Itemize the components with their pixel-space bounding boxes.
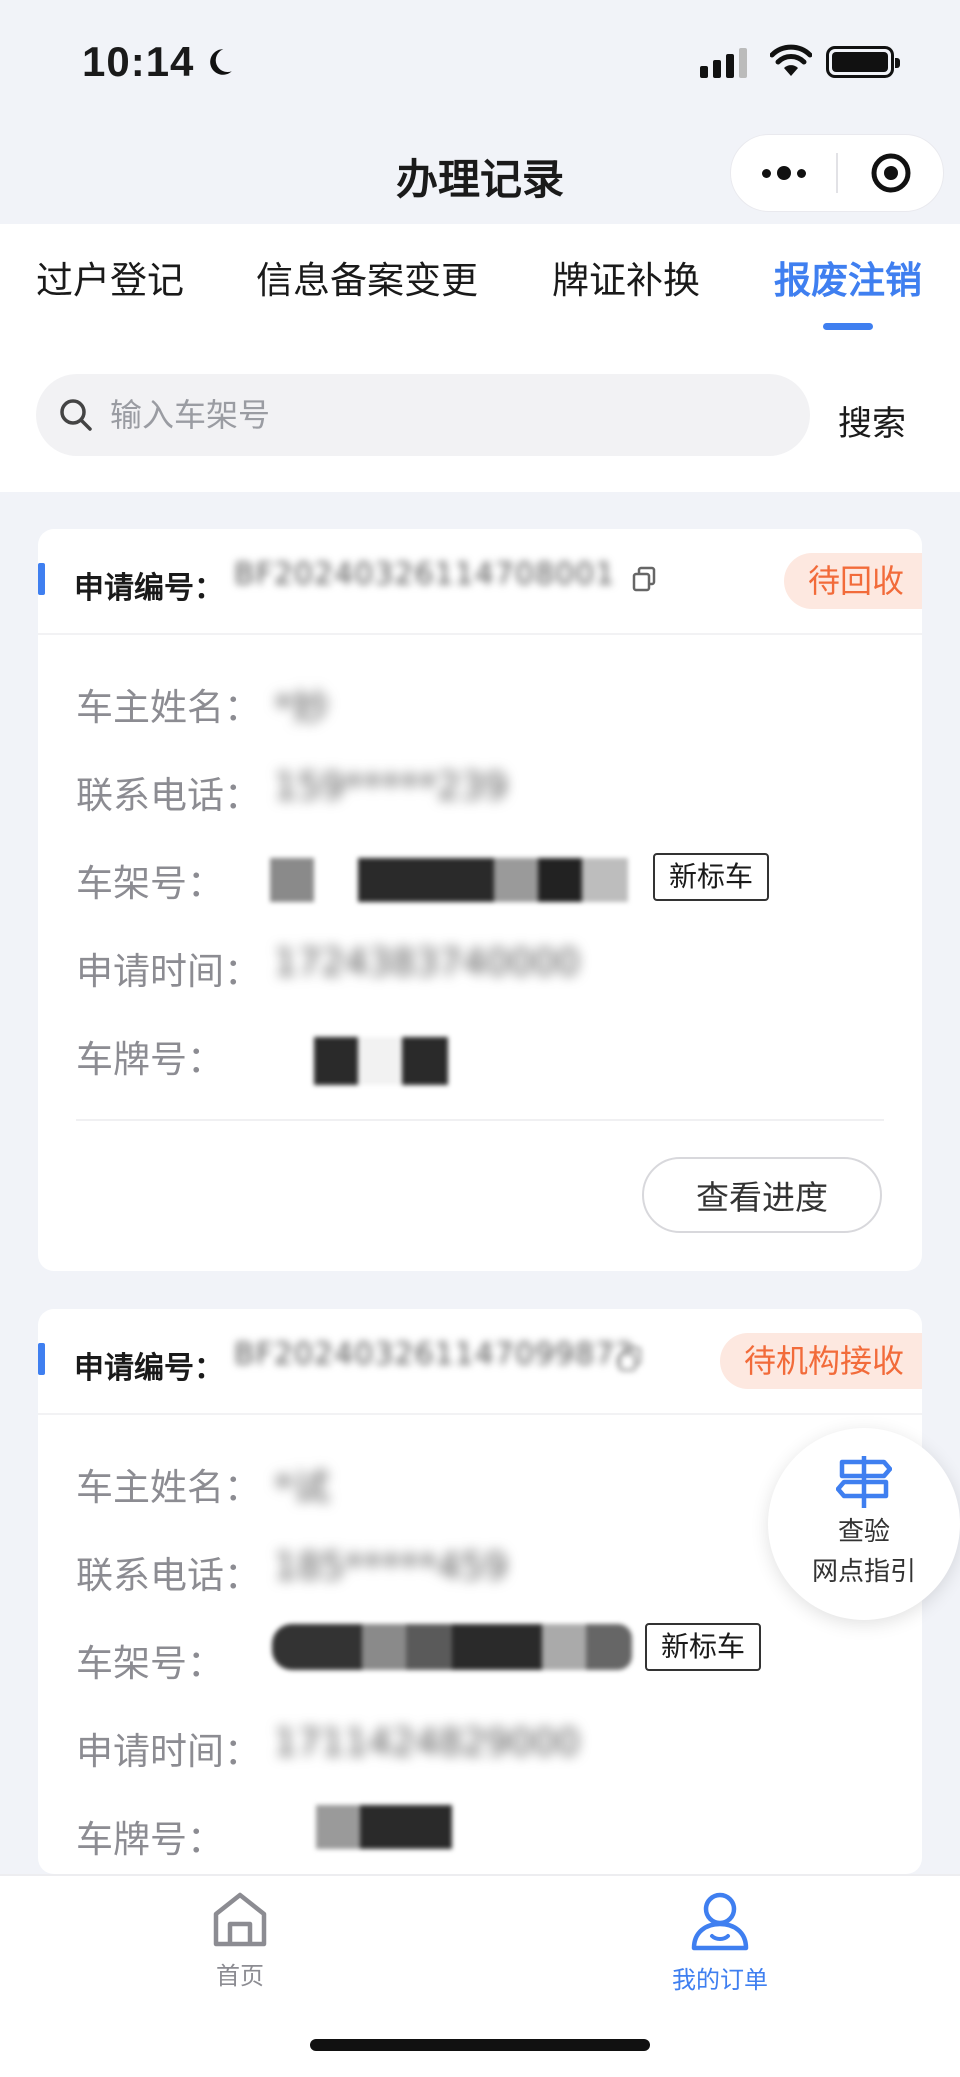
battery-icon: [826, 46, 900, 78]
search-box: [36, 374, 810, 456]
accent-bar: [38, 1343, 45, 1375]
plate-value-masked: [316, 1805, 452, 1849]
inspection-site-guide-button[interactable]: 查验 网点指引: [768, 1428, 960, 1620]
owner-name-label: 车主姓名：: [76, 1466, 261, 1509]
moon-icon: [210, 49, 233, 75]
card-divider: [76, 1119, 884, 1121]
signpost-icon: [835, 1456, 893, 1508]
status-badge: 待机构接收: [719, 1333, 922, 1389]
new-standard-vehicle-tag: 新标车: [645, 1623, 762, 1671]
tab-license-replacement[interactable]: 牌证补换: [552, 250, 700, 304]
accent-bar: [38, 563, 45, 595]
search-input[interactable]: [110, 396, 770, 434]
nav-bar: 办理记录: [0, 120, 960, 224]
owner-name-value: *妙: [274, 686, 330, 729]
vin-value-masked: [272, 1624, 632, 1670]
active-tab-indicator: [823, 323, 873, 330]
plate-label: 车牌号：: [76, 1818, 224, 1861]
vin-value-masked: [270, 858, 628, 902]
plate-label: 车牌号：: [76, 1038, 224, 1081]
copy-icon[interactable]: [616, 1345, 644, 1373]
tab-scrap-cancellation[interactable]: 报废注销: [774, 250, 922, 304]
apply-time-value: 1724383740000: [274, 941, 581, 984]
phone-label: 联系电话：: [76, 1554, 261, 1597]
clock-time: 10:14: [82, 38, 195, 85]
app-no-label: 申请编号：: [74, 571, 224, 606]
view-progress-button[interactable]: 查看进度: [642, 1157, 882, 1233]
status-bar: 10:14: [0, 0, 960, 120]
vin-label: 车架号：: [76, 862, 224, 905]
more-icon[interactable]: [731, 166, 836, 180]
tabbar-label-my-orders: 我的订单: [672, 1966, 768, 1994]
owner-name-label: 车主姓名：: [76, 686, 261, 729]
tabbar-item-home[interactable]: 首页: [140, 1890, 340, 1991]
clock: 10:14: [82, 38, 236, 86]
category-tabs: 过户登记 信息备案变更 牌证补换 报废注销: [0, 224, 960, 334]
app-no-value: BF20240326114708001: [234, 557, 616, 592]
app-no-value: BF202403261147099872: [234, 1337, 636, 1372]
mini-program-capsule: [730, 134, 944, 212]
guide-label-line1: 查验: [837, 1517, 890, 1547]
tab-transfer-registration[interactable]: 过户登记: [36, 250, 184, 304]
plate-value-masked: [314, 1037, 448, 1085]
apply-time-value: 1711424829000: [274, 1721, 581, 1764]
vin-label: 车架号：: [76, 1642, 224, 1685]
home-indicator: [310, 2039, 650, 2051]
status-badge: 待回收: [783, 553, 922, 609]
tab-info-filing-change[interactable]: 信息备案变更: [256, 250, 478, 304]
close-target-icon[interactable]: [838, 151, 943, 195]
home-icon: [213, 1892, 267, 1947]
guide-label-line2: 网点指引: [811, 1557, 916, 1587]
search-icon: [60, 399, 92, 431]
search-area: 搜索: [0, 334, 960, 492]
phone-value: 159*****239: [274, 765, 508, 808]
wifi-icon: [770, 44, 812, 76]
record-card-header: 申请编号： BF20240326114708001 待回收: [38, 529, 922, 635]
owner-name-value: *试: [274, 1466, 330, 1509]
tabbar-label-home: 首页: [216, 1962, 264, 1990]
apply-time-label: 申请时间：: [76, 1730, 261, 1773]
new-standard-vehicle-tag: 新标车: [653, 853, 770, 901]
user-icon: [691, 1892, 749, 1951]
tabbar-item-my-orders[interactable]: 我的订单: [620, 1890, 820, 1995]
signal-icon: [700, 48, 747, 78]
apply-time-label: 申请时间：: [76, 950, 261, 993]
copy-icon[interactable]: [630, 565, 658, 593]
phone-label: 联系电话：: [76, 774, 261, 817]
search-button[interactable]: 搜索: [838, 396, 906, 445]
phone-value: 185*****459: [274, 1545, 508, 1588]
record-card: 申请编号： BF20240326114708001 待回收 车主姓名： *妙 联…: [38, 529, 922, 1271]
app-no-label: 申请编号：: [74, 1351, 224, 1386]
record-card-header: 申请编号： BF202403261147099872 待机构接收: [38, 1309, 922, 1415]
